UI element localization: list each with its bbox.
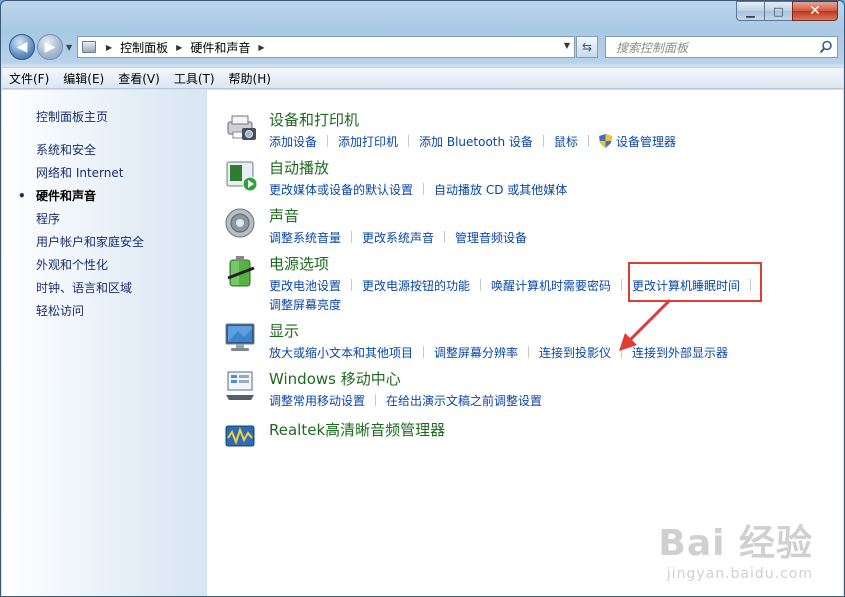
link-wake-password[interactable]: 唤醒计算机时需要密码 [491, 277, 611, 294]
link-separator [351, 279, 353, 291]
chevron-down-icon[interactable]: ▼ [564, 41, 570, 50]
link-device-manager[interactable]: 设备管理器 [616, 133, 676, 150]
category-title[interactable]: 设备和打印机 [269, 110, 676, 130]
link-manage-audio[interactable]: 管理音频设备 [455, 229, 527, 246]
link-add-device[interactable]: 添加设备 [269, 133, 317, 150]
back-button[interactable]: ◀ [9, 34, 35, 60]
chevron-right-icon[interactable]: ▶ [176, 43, 182, 52]
link-presentation-settings[interactable]: 在给出演示文稿之前调整设置 [386, 392, 542, 409]
link-mobility-settings[interactable]: 调整常用移动设置 [269, 392, 365, 409]
breadcrumb-control-panel[interactable]: 控制面板 [120, 39, 168, 56]
sidebar-item-user-accounts[interactable]: 用户帐户和家庭安全 [2, 231, 206, 254]
speaker-icon[interactable] [224, 206, 258, 240]
menu-bar: 文件(F) 编辑(E) 查看(V) 工具(T) 帮助(H) [2, 67, 843, 89]
address-bar[interactable]: ▶ 控制面板 ▶ 硬件和声音 ▶ ▼ [77, 36, 575, 58]
link-autoplay-cd[interactable]: 自动播放 CD 或其他媒体 [434, 181, 567, 198]
link-separator [423, 183, 425, 195]
category-links: 调整系统音量 更改系统声音 管理音频设备 [269, 229, 527, 245]
menu-view[interactable]: 查看(V) [118, 70, 160, 87]
category-title[interactable]: 声音 [269, 206, 527, 226]
autoplay-icon[interactable] [224, 158, 258, 192]
category-links: 调整常用移动设置 在给出演示文稿之前调整设置 [269, 392, 542, 408]
watermark-logo: Bai 经验 [658, 523, 813, 564]
watermark: Bai 经验 jingyan.baidu.com [658, 514, 813, 582]
link-add-bluetooth[interactable]: 添加 Bluetooth 设备 [419, 133, 533, 150]
arrow-right-icon: ▶ [44, 39, 56, 55]
category-links: 更改媒体或设备的默认设置 自动播放 CD 或其他媒体 [269, 181, 567, 197]
category-title[interactable]: Realtek高清晰音频管理器 [269, 420, 445, 440]
printer-camera-icon[interactable] [224, 110, 258, 144]
link-separator [375, 394, 377, 406]
link-text-size[interactable]: 放大或缩小文本和其他项目 [269, 344, 413, 361]
link-separator [621, 279, 623, 291]
watermark-url: jingyan.baidu.com [666, 566, 813, 582]
content-area: 控制面板主页 系统和安全 网络和 Internet 硬件和声音 程序 用户帐户和… [2, 90, 843, 596]
search-icon[interactable] [819, 40, 833, 54]
link-connect-projector[interactable]: 连接到投影仪 [539, 344, 611, 361]
chevron-right-icon[interactable]: ▶ [258, 43, 264, 52]
sidebar-item-hardware-sound[interactable]: 硬件和声音 [2, 185, 206, 208]
category-title[interactable]: 自动播放 [269, 158, 567, 178]
sidebar-item-home[interactable]: 控制面板主页 [2, 106, 206, 129]
category-title[interactable]: Windows 移动中心 [269, 369, 542, 389]
search-placeholder: 搜索控制面板 [616, 40, 689, 55]
monitor-icon[interactable] [224, 321, 258, 355]
caption-buttons: ▁ □ ✕ [736, 1, 838, 21]
sidebar-item-system-security[interactable]: 系统和安全 [2, 139, 206, 162]
refresh-icon: ⇆ [581, 40, 593, 54]
link-separator [351, 231, 353, 243]
link-battery-settings[interactable]: 更改电池设置 [269, 277, 341, 294]
link-adjust-volume[interactable]: 调整系统音量 [269, 229, 341, 246]
link-separator [444, 231, 446, 243]
realtek-audio-icon[interactable] [224, 420, 258, 454]
search-input[interactable]: 搜索控制面板 [605, 36, 838, 58]
forward-button[interactable]: ▶ [37, 34, 63, 60]
link-media-defaults[interactable]: 更改媒体或设备的默认设置 [269, 181, 413, 198]
annotation-arrow [619, 298, 672, 351]
control-panel-window: ▁ □ ✕ ◀ ▶ ▼ ▶ 控制面板 ▶ 硬件和声音 ▶ ▼ ⇆ 搜索控制面板 … [0, 0, 845, 597]
navigation-bar: ◀ ▶ ▼ ▶ 控制面板 ▶ 硬件和声音 ▶ ▼ ⇆ 搜索控制面板 [9, 34, 838, 60]
battery-icon[interactable] [224, 254, 258, 288]
menu-file[interactable]: 文件(F) [9, 70, 49, 87]
main-panel: 设备和打印机 添加设备 添加打印机 添加 Bluetooth 设备 鼠标 设备管… [207, 90, 843, 596]
link-screen-brightness[interactable]: 调整屏幕亮度 [269, 296, 341, 313]
uac-shield-icon [598, 134, 612, 148]
sidebar-item-appearance[interactable]: 外观和个性化 [2, 254, 206, 277]
link-screen-resolution[interactable]: 调整屏幕分辨率 [434, 344, 518, 361]
link-separator [327, 135, 329, 147]
maximize-button[interactable]: □ [764, 1, 792, 21]
sidebar-item-programs[interactable]: 程序 [2, 208, 206, 231]
menu-help[interactable]: 帮助(H) [229, 70, 271, 87]
minimize-button[interactable]: ▁ [736, 1, 764, 21]
sidebar-item-clock-language[interactable]: 时钟、语言和区域 [2, 277, 206, 300]
link-separator [480, 279, 482, 291]
sidebar-item-ease-of-access[interactable]: 轻松访问 [2, 300, 206, 323]
breadcrumb-hardware-sound[interactable]: 硬件和声音 [190, 39, 250, 56]
close-button[interactable]: ✕ [792, 1, 838, 21]
link-change-sounds[interactable]: 更改系统声音 [362, 229, 434, 246]
link-separator [587, 135, 589, 147]
sidebar: 控制面板主页 系统和安全 网络和 Internet 硬件和声音 程序 用户帐户和… [2, 90, 207, 596]
arrow-left-icon: ◀ [16, 39, 28, 55]
link-separator [408, 135, 410, 147]
link-add-printer[interactable]: 添加打印机 [338, 133, 398, 150]
refresh-button[interactable]: ⇆ [576, 36, 598, 58]
mobility-center-icon[interactable] [224, 369, 258, 403]
menu-tools[interactable]: 工具(T) [174, 70, 215, 87]
menu-edit[interactable]: 编辑(E) [63, 70, 104, 87]
link-mouse[interactable]: 鼠标 [554, 133, 578, 150]
link-separator [542, 135, 544, 147]
link-separator [528, 346, 530, 358]
control-panel-icon [82, 41, 96, 53]
link-power-button[interactable]: 更改电源按钮的功能 [362, 277, 470, 294]
recent-pages-dropdown[interactable]: ▼ [66, 43, 72, 52]
sidebar-item-network[interactable]: 网络和 Internet [2, 162, 206, 185]
chevron-right-icon[interactable]: ▶ [106, 43, 112, 52]
link-separator [423, 346, 425, 358]
category-links: 添加设备 添加打印机 添加 Bluetooth 设备 鼠标 设备管理器 [269, 133, 676, 149]
